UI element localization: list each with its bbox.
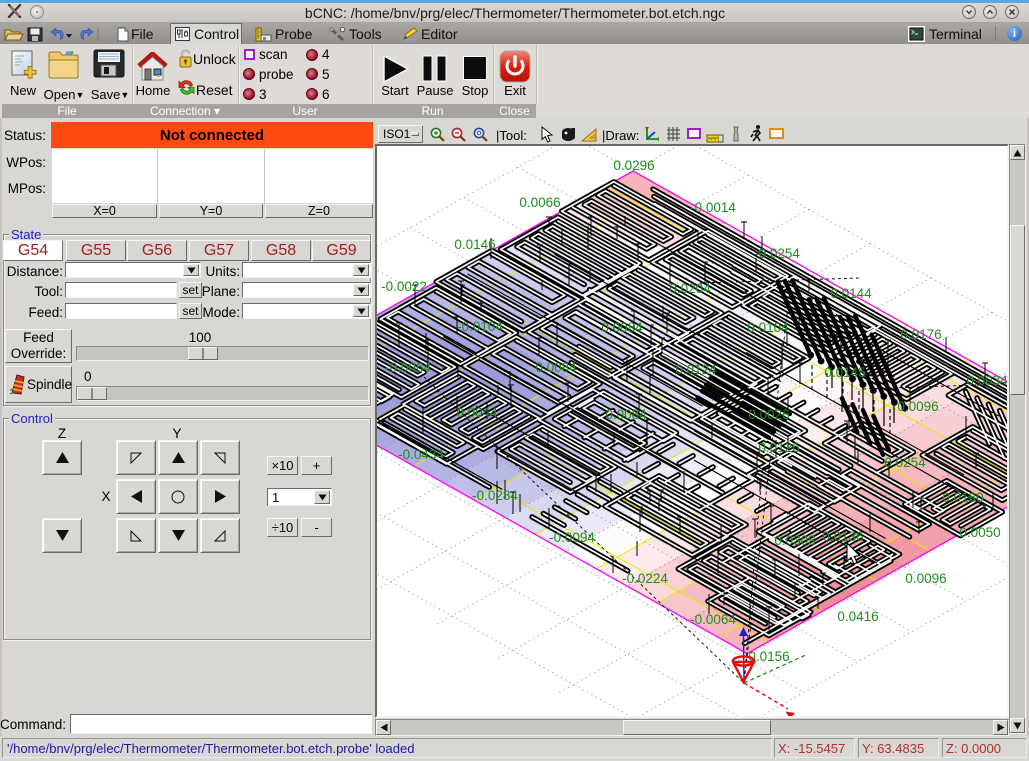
svg-text:0.0096: 0.0096 [897, 399, 938, 414]
svg-text:0.0144: 0.0144 [830, 286, 872, 301]
svg-text:0.0034: 0.0034 [966, 373, 1007, 388]
svg-text:0.0066: 0.0066 [519, 195, 560, 210]
svg-text:-0.0254: -0.0254 [754, 246, 800, 261]
svg-text:-0.0224: -0.0224 [622, 571, 668, 586]
svg-text:0.0026: 0.0026 [748, 407, 789, 422]
svg-text:0.0126: 0.0126 [758, 440, 799, 455]
svg-text:-0.0014: -0.0014 [690, 200, 736, 215]
svg-text:0.0308: 0.0308 [774, 533, 815, 548]
svg-text:-0.0022: -0.0022 [381, 279, 427, 294]
svg-text:0.0050: 0.0050 [959, 525, 1000, 540]
svg-text:0.0416: 0.0416 [837, 609, 878, 624]
svg-text:0.0084: 0.0084 [601, 320, 643, 335]
svg-text:0.0124: 0.0124 [675, 362, 717, 377]
svg-text:0.0296: 0.0296 [613, 158, 654, 173]
svg-text:0.0145: 0.0145 [824, 365, 865, 380]
svg-text:0.0146: 0.0146 [454, 237, 495, 252]
svg-text:0.0180: 0.0180 [942, 490, 983, 505]
svg-text:0.0096: 0.0096 [905, 571, 946, 586]
svg-text:-0.0284: -0.0284 [472, 488, 518, 503]
svg-text:0.0254: 0.0254 [884, 455, 926, 470]
svg-text:0.0084: 0.0084 [535, 360, 577, 375]
svg-text:0.0204: 0.0204 [669, 281, 711, 296]
svg-text:0.0104: 0.0104 [747, 320, 789, 335]
svg-text:-0.0434: -0.0434 [398, 447, 444, 462]
svg-text:-0.0104: -0.0104 [457, 319, 503, 334]
svg-text:0.0136: 0.0136 [822, 529, 863, 544]
svg-text:-0.0094: -0.0094 [549, 530, 595, 545]
svg-text:0.0084: 0.0084 [605, 407, 647, 422]
svg-text:0.0176: 0.0176 [900, 327, 941, 342]
svg-text:-0.0064: -0.0064 [385, 360, 431, 375]
svg-text:-0.0064: -0.0064 [690, 612, 736, 627]
svg-text:0.0044: 0.0044 [456, 405, 498, 420]
